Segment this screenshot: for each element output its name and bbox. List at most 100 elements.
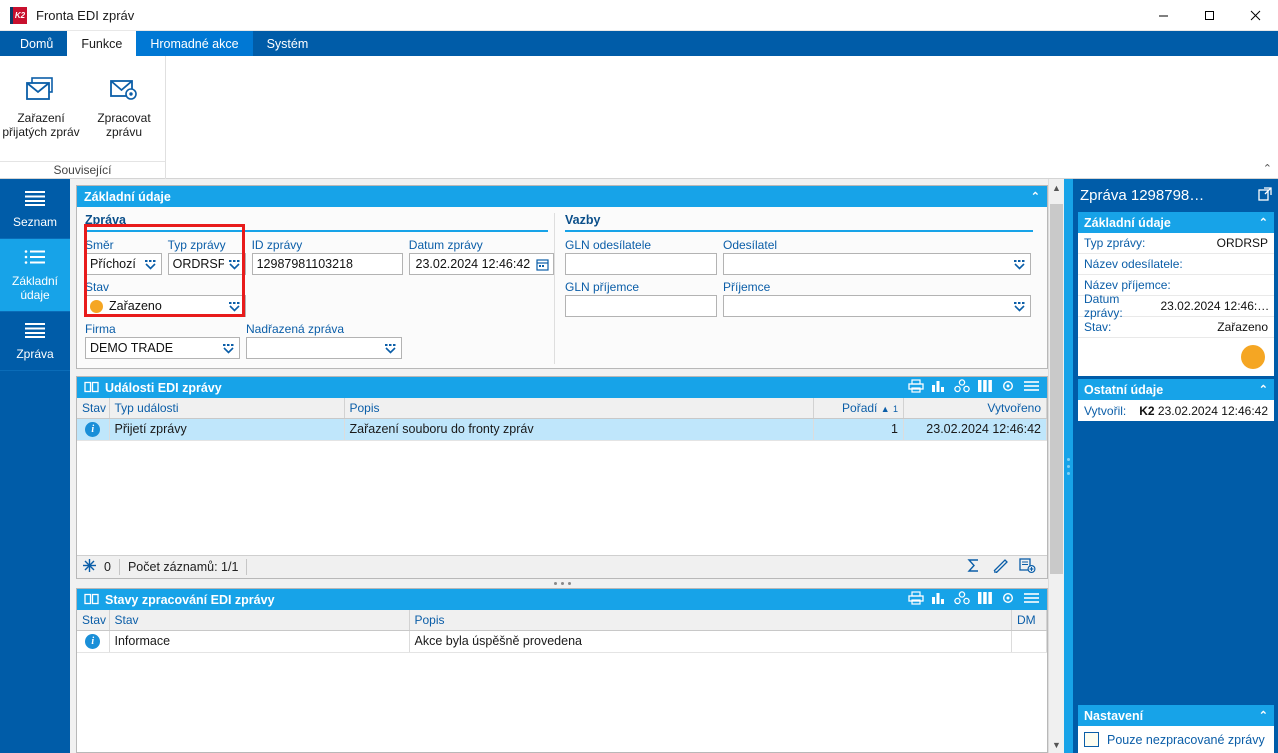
chevron-down-icon[interactable] bbox=[1009, 301, 1026, 312]
states-col-stav[interactable]: Stav bbox=[109, 610, 410, 631]
columns-icon[interactable] bbox=[977, 379, 993, 396]
chevron-up-icon[interactable]: ⌃ bbox=[1031, 190, 1040, 203]
states-table-header: Stavy zpracování EDI zprávy bbox=[77, 589, 1047, 610]
chevron-up-icon[interactable]: ⌃ bbox=[1259, 383, 1268, 396]
group-icon[interactable] bbox=[954, 591, 970, 608]
snowflake-icon[interactable] bbox=[82, 558, 97, 576]
sum-icon[interactable] bbox=[966, 558, 981, 576]
id-zpravy-value: 12987981103218 bbox=[256, 257, 353, 271]
center-scrollbar[interactable]: ▲ ▼ bbox=[1048, 179, 1064, 753]
scrollbar-thumb[interactable] bbox=[1049, 204, 1063, 574]
table-row[interactable]: i Přijetí zprávy Zařazení souboru do fro… bbox=[77, 418, 1047, 441]
group-icon[interactable] bbox=[954, 379, 970, 396]
new-document-icon[interactable] bbox=[1019, 558, 1036, 576]
field-id-zpravy: ID zprávy 12987981103218 bbox=[251, 238, 403, 275]
print-icon[interactable] bbox=[908, 379, 924, 396]
ribbon-tab-funkce[interactable]: Funkce bbox=[67, 31, 137, 56]
events-cell-typ-udalosti: Přijetí zprávy bbox=[109, 418, 345, 441]
external-link-icon[interactable] bbox=[1258, 187, 1272, 204]
sidebar-item-zprava-label: Zpráva bbox=[16, 347, 54, 361]
print-icon[interactable] bbox=[908, 591, 924, 608]
ribbon-tab-hromadne-akce[interactable]: Hromadné akce bbox=[136, 31, 253, 56]
right-row-nazev-odesilatele-key: Název odesílatele: bbox=[1084, 257, 1183, 271]
nadrazena-zprava-dropdown[interactable] bbox=[246, 337, 402, 359]
smer-dropdown[interactable]: Příchozí bbox=[85, 253, 162, 275]
events-col-poradi[interactable]: Pořadí ▲ 1 bbox=[813, 398, 904, 419]
calendar-icon[interactable] bbox=[532, 258, 549, 271]
chevron-down-icon[interactable] bbox=[380, 343, 397, 354]
zarazeni-prijatych-zprav-button[interactable]: Zařazení přijatých zpráv bbox=[0, 62, 83, 161]
right-section-ostatni-udaje-body: Vytvořil: K2 23.02.2024 12:46:42 bbox=[1078, 400, 1274, 421]
menu-icon[interactable] bbox=[1023, 591, 1040, 608]
states-cell-stav: Informace bbox=[109, 630, 410, 653]
minimize-button[interactable] bbox=[1140, 0, 1186, 31]
chevron-down-icon[interactable] bbox=[1009, 259, 1026, 270]
states-table-toolbar bbox=[908, 591, 1043, 608]
right-section-ostatni-udaje-header[interactable]: Ostatní údaje ⌃ bbox=[1078, 379, 1274, 400]
ribbon-tab-domu[interactable]: Domů bbox=[6, 31, 68, 56]
filter-count: 0 bbox=[104, 560, 111, 574]
odesilatel-dropdown[interactable] bbox=[723, 253, 1031, 275]
events-cell-popis: Zařazení souboru do fronty zpráv bbox=[344, 418, 814, 441]
sort-order-index: 1 bbox=[892, 403, 898, 414]
events-col-typ-udalosti[interactable]: Typ události bbox=[109, 398, 345, 419]
sidebar-item-zakladni-udaje[interactable]: Základní údaje bbox=[0, 239, 70, 312]
right-row-datum-zpravy: Datum zprávy: 23.02.2024 12:46:… bbox=[1078, 292, 1274, 320]
columns-icon[interactable] bbox=[977, 591, 993, 608]
chart-icon[interactable] bbox=[931, 591, 947, 608]
chevron-down-icon[interactable] bbox=[224, 259, 241, 270]
sidebar-item-seznam[interactable]: Seznam bbox=[0, 180, 70, 239]
edit-icon[interactable] bbox=[992, 558, 1008, 576]
right-section-zakladni-udaje-header[interactable]: Základní údaje ⌃ bbox=[1078, 212, 1274, 233]
zpracovat-zpravu-button[interactable]: Zpracovat zprávu bbox=[83, 62, 166, 161]
close-button[interactable] bbox=[1232, 0, 1278, 31]
scroll-down-icon[interactable]: ▼ bbox=[1052, 736, 1061, 753]
field-gln-prijemce: GLN příjemce bbox=[565, 280, 717, 317]
horizontal-splitter[interactable] bbox=[76, 579, 1048, 588]
prijemce-dropdown[interactable] bbox=[723, 295, 1031, 317]
scrollbar-track[interactable] bbox=[1049, 196, 1065, 736]
right-row-vytvoril-key: Vytvořil: bbox=[1084, 403, 1127, 418]
gln-prijemce-input[interactable] bbox=[565, 295, 717, 317]
datum-zpravy-input[interactable]: 23.02.2024 12:46:42 bbox=[408, 253, 554, 275]
scroll-up-icon[interactable]: ▲ bbox=[1052, 179, 1061, 196]
right-row-typ-zpravy-value: ORDRSP bbox=[1216, 236, 1268, 250]
chevron-down-icon[interactable] bbox=[224, 301, 241, 312]
vertical-splitter[interactable] bbox=[1064, 179, 1073, 753]
field-datum-zpravy: Datum zprávy 23.02.2024 12:46:42 bbox=[408, 238, 554, 275]
gear-icon[interactable] bbox=[1000, 379, 1016, 396]
states-col-popis[interactable]: Popis bbox=[409, 610, 1012, 631]
events-table-header: Události EDI zprávy bbox=[77, 377, 1047, 398]
table-row[interactable]: i Informace Akce byla úspěšně provedena bbox=[77, 630, 1047, 653]
gln-odesilatele-input[interactable] bbox=[565, 253, 717, 275]
typ-zpravy-dropdown[interactable]: ORDRSP bbox=[167, 253, 246, 275]
events-col-popis[interactable]: Popis bbox=[344, 398, 814, 419]
chevron-up-icon[interactable]: ⌃ bbox=[1259, 709, 1268, 722]
ribbon-collapse-icon[interactable]: ⌃ bbox=[1263, 162, 1272, 175]
right-row-typ-zpravy-key: Typ zprávy: bbox=[1084, 236, 1146, 250]
right-section-nastaveni-header[interactable]: Nastavení ⌃ bbox=[1078, 705, 1274, 726]
gear-icon[interactable] bbox=[1000, 591, 1016, 608]
maximize-button[interactable] bbox=[1186, 0, 1232, 31]
states-col-stav-icon[interactable]: Stav bbox=[77, 610, 110, 631]
firma-dropdown[interactable]: DEMO TRADE bbox=[85, 337, 240, 359]
chart-icon[interactable] bbox=[931, 379, 947, 396]
right-row-nazev-prijemce-key: Název příjemce: bbox=[1084, 278, 1171, 292]
only-unprocessed-checkbox-row[interactable]: Pouze nezpracované zprávy bbox=[1078, 726, 1274, 753]
states-col-dm[interactable]: DM bbox=[1011, 610, 1047, 631]
ribbon-tab-system[interactable]: Systém bbox=[252, 31, 323, 56]
id-zpravy-input[interactable]: 12987981103218 bbox=[251, 253, 403, 275]
right-row-stav: Stav: Zařazeno bbox=[1078, 317, 1274, 338]
events-col-vytvoreno[interactable]: Vytvořeno bbox=[903, 398, 1047, 419]
stav-dropdown[interactable]: Zařazeno bbox=[85, 295, 246, 317]
chevron-up-icon[interactable]: ⌃ bbox=[1259, 216, 1268, 229]
info-icon: i bbox=[85, 633, 101, 649]
menu-icon[interactable] bbox=[1023, 379, 1040, 396]
events-col-stav[interactable]: Stav bbox=[77, 398, 110, 419]
chevron-down-icon[interactable] bbox=[218, 343, 235, 354]
chevron-down-icon[interactable] bbox=[140, 259, 157, 270]
field-firma-label: Firma bbox=[85, 322, 116, 336]
checkbox-icon[interactable] bbox=[1084, 732, 1099, 747]
sidebar-item-zprava[interactable]: Zpráva bbox=[0, 312, 70, 371]
sidebar-item-zakladni-udaje-label-line1: Základní bbox=[11, 274, 59, 288]
